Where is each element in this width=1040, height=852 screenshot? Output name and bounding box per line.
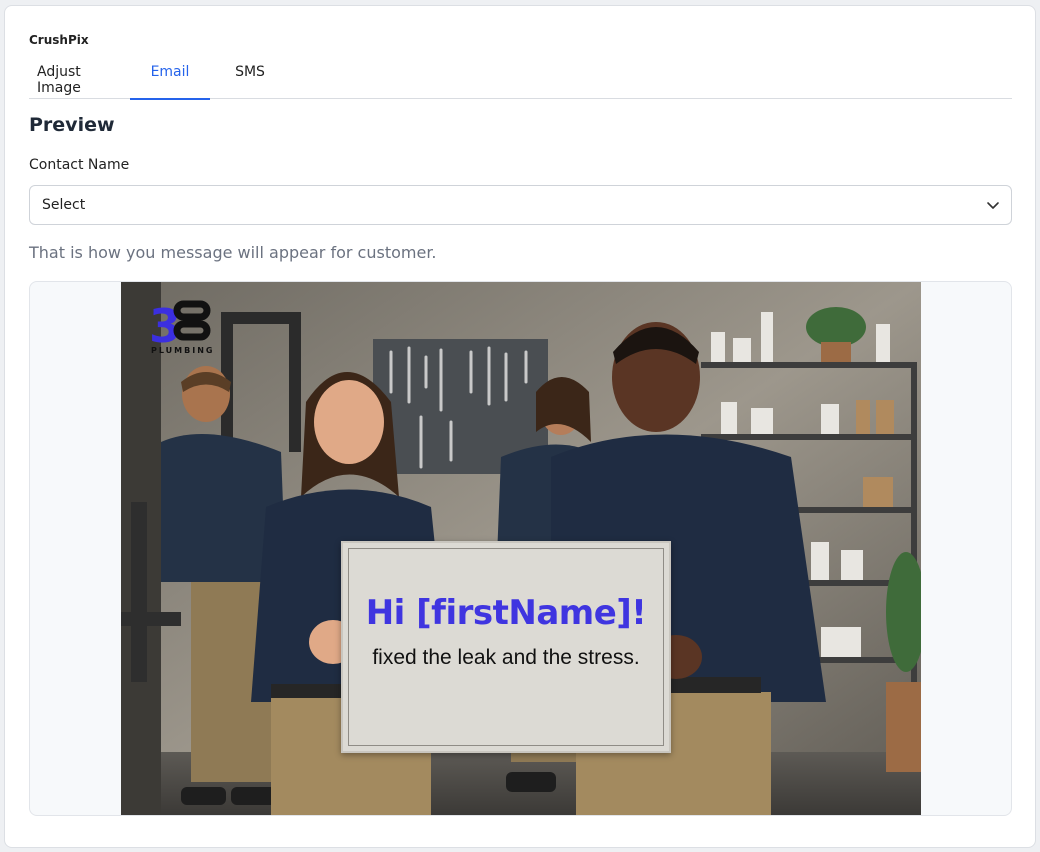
logo-subtext: PLUMBING: [151, 346, 215, 355]
sign-greeting-text: Hi [firstName]!: [365, 593, 647, 633]
contact-name-select-value: Select: [42, 197, 86, 213]
message-sign: Hi [firstName]! fixed the leak and the s…: [341, 541, 671, 753]
contact-name-select[interactable]: Select: [29, 185, 1012, 225]
chevron-down-icon: [987, 202, 999, 209]
tab-email[interactable]: Email: [130, 58, 210, 100]
tab-adjust-image[interactable]: Adjust Image: [29, 58, 130, 99]
preview-heading: Preview: [29, 114, 115, 136]
email-preview-card: CrushPix Adjust Image Email SMS Preview …: [4, 5, 1036, 848]
tab-bar: Adjust Image Email SMS: [29, 58, 1012, 100]
contact-name-label: Contact Name: [29, 157, 130, 173]
preview-image: 3 PLUMBING Hi [firstName]! fixed the lea…: [121, 282, 921, 815]
helper-text: That is how you message will appear for …: [29, 243, 437, 262]
app-title: CrushPix: [29, 33, 89, 47]
image-preview-frame: 3 PLUMBING Hi [firstName]! fixed the lea…: [29, 281, 1012, 816]
sign-message-text: fixed the leak and the stress.: [372, 646, 640, 669]
tab-sms[interactable]: SMS: [210, 58, 290, 99]
